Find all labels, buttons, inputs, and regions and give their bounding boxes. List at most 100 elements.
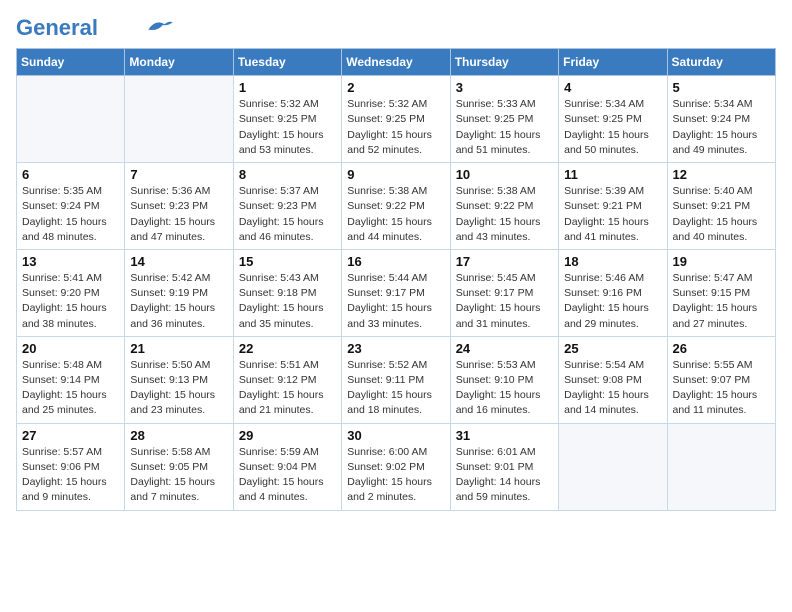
day-info: Sunrise: 5:33 AMSunset: 9:25 PMDaylight:… xyxy=(456,97,553,158)
calendar-cell: 4Sunrise: 5:34 AMSunset: 9:25 PMDaylight… xyxy=(559,76,667,163)
day-info: Sunrise: 5:44 AMSunset: 9:17 PMDaylight:… xyxy=(347,271,444,332)
day-number: 29 xyxy=(239,428,336,443)
day-number: 16 xyxy=(347,254,444,269)
day-info: Sunrise: 5:57 AMSunset: 9:06 PMDaylight:… xyxy=(22,445,119,506)
weekday-header-wednesday: Wednesday xyxy=(342,49,450,76)
calendar-cell: 14 Sunrise: 5:42 AMSunset: 9:19 PMDayligh… xyxy=(125,249,233,336)
calendar-cell: 26Sunrise: 5:55 AMSunset: 9:07 PMDayligh… xyxy=(667,336,775,423)
day-info: Sunrise: 5:43 AMSunset: 9:18 PMDaylight:… xyxy=(239,271,336,332)
day-info: Sunrise: 5:48 AMSunset: 9:14 PMDaylight:… xyxy=(22,358,119,419)
calendar-cell: 7 Sunrise: 5:36 AMSunset: 9:23 PMDaylight… xyxy=(125,163,233,250)
day-info: Sunrise: 5:34 AMSunset: 9:25 PMDaylight:… xyxy=(564,97,661,158)
calendar-cell: 15 Sunrise: 5:43 AMSunset: 9:18 PMDayligh… xyxy=(233,249,341,336)
day-info: Sunrise: 5:51 AMSunset: 9:12 PMDaylight:… xyxy=(239,358,336,419)
day-number: 30 xyxy=(347,428,444,443)
weekday-header-saturday: Saturday xyxy=(667,49,775,76)
calendar-cell: 17 Sunrise: 5:45 AMSunset: 9:17 PMDayligh… xyxy=(450,249,558,336)
day-info: Sunrise: 5:54 AMSunset: 9:08 PMDaylight:… xyxy=(564,358,661,419)
day-info: Sunrise: 5:39 AMSunset: 9:21 PMDaylight:… xyxy=(564,184,661,245)
day-number: 13 xyxy=(22,254,119,269)
day-number: 1 xyxy=(239,80,336,95)
logo: General xyxy=(16,16,174,36)
day-number: 8 xyxy=(239,167,336,182)
day-number: 27 xyxy=(22,428,119,443)
calendar-cell: 29 Sunrise: 5:59 AMSunset: 9:04 PMDayligh… xyxy=(233,423,341,510)
day-info: Sunrise: 5:53 AMSunset: 9:10 PMDaylight:… xyxy=(456,358,553,419)
day-info: Sunrise: 5:47 AMSunset: 9:15 PMDaylight:… xyxy=(673,271,770,332)
calendar-table: SundayMondayTuesdayWednesdayThursdayFrid… xyxy=(16,48,776,510)
calendar-cell: 8 Sunrise: 5:37 AMSunset: 9:23 PMDaylight… xyxy=(233,163,341,250)
day-number: 14 xyxy=(130,254,227,269)
day-info: Sunrise: 5:59 AMSunset: 9:04 PMDaylight:… xyxy=(239,445,336,506)
day-number: 18 xyxy=(564,254,661,269)
day-info: Sunrise: 5:50 AMSunset: 9:13 PMDaylight:… xyxy=(130,358,227,419)
day-number: 22 xyxy=(239,341,336,356)
day-info: Sunrise: 5:34 AMSunset: 9:24 PMDaylight:… xyxy=(673,97,770,158)
calendar-week-row: 20 Sunrise: 5:48 AMSunset: 9:14 PMDayligh… xyxy=(17,336,776,423)
day-number: 15 xyxy=(239,254,336,269)
calendar-week-row: 6 Sunrise: 5:35 AMSunset: 9:24 PMDaylight… xyxy=(17,163,776,250)
calendar-cell: 11 Sunrise: 5:39 AMSunset: 9:21 PMDayligh… xyxy=(559,163,667,250)
day-number: 31 xyxy=(456,428,553,443)
page-header: General xyxy=(16,16,776,36)
calendar-cell: 22 Sunrise: 5:51 AMSunset: 9:12 PMDayligh… xyxy=(233,336,341,423)
day-info: Sunrise: 5:35 AMSunset: 9:24 PMDaylight:… xyxy=(22,184,119,245)
day-number: 12 xyxy=(673,167,770,182)
day-number: 26 xyxy=(673,341,770,356)
weekday-header-thursday: Thursday xyxy=(450,49,558,76)
day-number: 23 xyxy=(347,341,444,356)
calendar-cell: 21 Sunrise: 5:50 AMSunset: 9:13 PMDayligh… xyxy=(125,336,233,423)
day-number: 9 xyxy=(347,167,444,182)
day-number: 28 xyxy=(130,428,227,443)
day-number: 11 xyxy=(564,167,661,182)
day-number: 20 xyxy=(22,341,119,356)
day-info: Sunrise: 5:41 AMSunset: 9:20 PMDaylight:… xyxy=(22,271,119,332)
calendar-cell: 20 Sunrise: 5:48 AMSunset: 9:14 PMDayligh… xyxy=(17,336,125,423)
calendar-cell xyxy=(17,76,125,163)
calendar-cell: 31 Sunrise: 6:01 AMSunset: 9:01 PMDayligh… xyxy=(450,423,558,510)
calendar-cell: 30Sunrise: 6:00 AMSunset: 9:02 PMDayligh… xyxy=(342,423,450,510)
day-info: Sunrise: 6:01 AMSunset: 9:01 PMDaylight:… xyxy=(456,445,553,506)
day-info: Sunrise: 5:52 AMSunset: 9:11 PMDaylight:… xyxy=(347,358,444,419)
calendar-cell: 10 Sunrise: 5:38 AMSunset: 9:22 PMDayligh… xyxy=(450,163,558,250)
calendar-cell: 13 Sunrise: 5:41 AMSunset: 9:20 PMDayligh… xyxy=(17,249,125,336)
day-info: Sunrise: 5:36 AMSunset: 9:23 PMDaylight:… xyxy=(130,184,227,245)
calendar-cell: 9Sunrise: 5:38 AMSunset: 9:22 PMDaylight… xyxy=(342,163,450,250)
day-info: Sunrise: 5:38 AMSunset: 9:22 PMDaylight:… xyxy=(456,184,553,245)
weekday-header-tuesday: Tuesday xyxy=(233,49,341,76)
day-info: Sunrise: 5:32 AMSunset: 9:25 PMDaylight:… xyxy=(347,97,444,158)
calendar-cell: 5 Sunrise: 5:34 AMSunset: 9:24 PMDaylight… xyxy=(667,76,775,163)
day-number: 21 xyxy=(130,341,227,356)
day-number: 10 xyxy=(456,167,553,182)
day-number: 19 xyxy=(673,254,770,269)
day-info: Sunrise: 5:42 AMSunset: 9:19 PMDaylight:… xyxy=(130,271,227,332)
day-info: Sunrise: 5:32 AMSunset: 9:25 PMDaylight:… xyxy=(239,97,336,158)
day-info: Sunrise: 5:45 AMSunset: 9:17 PMDaylight:… xyxy=(456,271,553,332)
calendar-cell xyxy=(125,76,233,163)
day-info: Sunrise: 5:40 AMSunset: 9:21 PMDaylight:… xyxy=(673,184,770,245)
day-number: 2 xyxy=(347,80,444,95)
day-number: 25 xyxy=(564,341,661,356)
calendar-cell: 18 Sunrise: 5:46 AMSunset: 9:16 PMDayligh… xyxy=(559,249,667,336)
calendar-cell xyxy=(559,423,667,510)
day-info: Sunrise: 5:37 AMSunset: 9:23 PMDaylight:… xyxy=(239,184,336,245)
calendar-cell: 27 Sunrise: 5:57 AMSunset: 9:06 PMDayligh… xyxy=(17,423,125,510)
day-number: 7 xyxy=(130,167,227,182)
logo-bird-icon xyxy=(146,17,174,35)
calendar-cell: 19 Sunrise: 5:47 AMSunset: 9:15 PMDayligh… xyxy=(667,249,775,336)
day-info: Sunrise: 5:46 AMSunset: 9:16 PMDaylight:… xyxy=(564,271,661,332)
day-number: 17 xyxy=(456,254,553,269)
calendar-cell: 25 Sunrise: 5:54 AMSunset: 9:08 PMDayligh… xyxy=(559,336,667,423)
calendar-week-row: 27 Sunrise: 5:57 AMSunset: 9:06 PMDayligh… xyxy=(17,423,776,510)
calendar-header-row: SundayMondayTuesdayWednesdayThursdayFrid… xyxy=(17,49,776,76)
weekday-header-monday: Monday xyxy=(125,49,233,76)
calendar-cell: 3 Sunrise: 5:33 AMSunset: 9:25 PMDaylight… xyxy=(450,76,558,163)
calendar-cell: 12 Sunrise: 5:40 AMSunset: 9:21 PMDayligh… xyxy=(667,163,775,250)
day-number: 5 xyxy=(673,80,770,95)
day-number: 3 xyxy=(456,80,553,95)
calendar-week-row: 1 Sunrise: 5:32 AMSunset: 9:25 PMDaylight… xyxy=(17,76,776,163)
calendar-cell: 28Sunrise: 5:58 AMSunset: 9:05 PMDayligh… xyxy=(125,423,233,510)
day-number: 6 xyxy=(22,167,119,182)
day-number: 24 xyxy=(456,341,553,356)
calendar-week-row: 13 Sunrise: 5:41 AMSunset: 9:20 PMDayligh… xyxy=(17,249,776,336)
